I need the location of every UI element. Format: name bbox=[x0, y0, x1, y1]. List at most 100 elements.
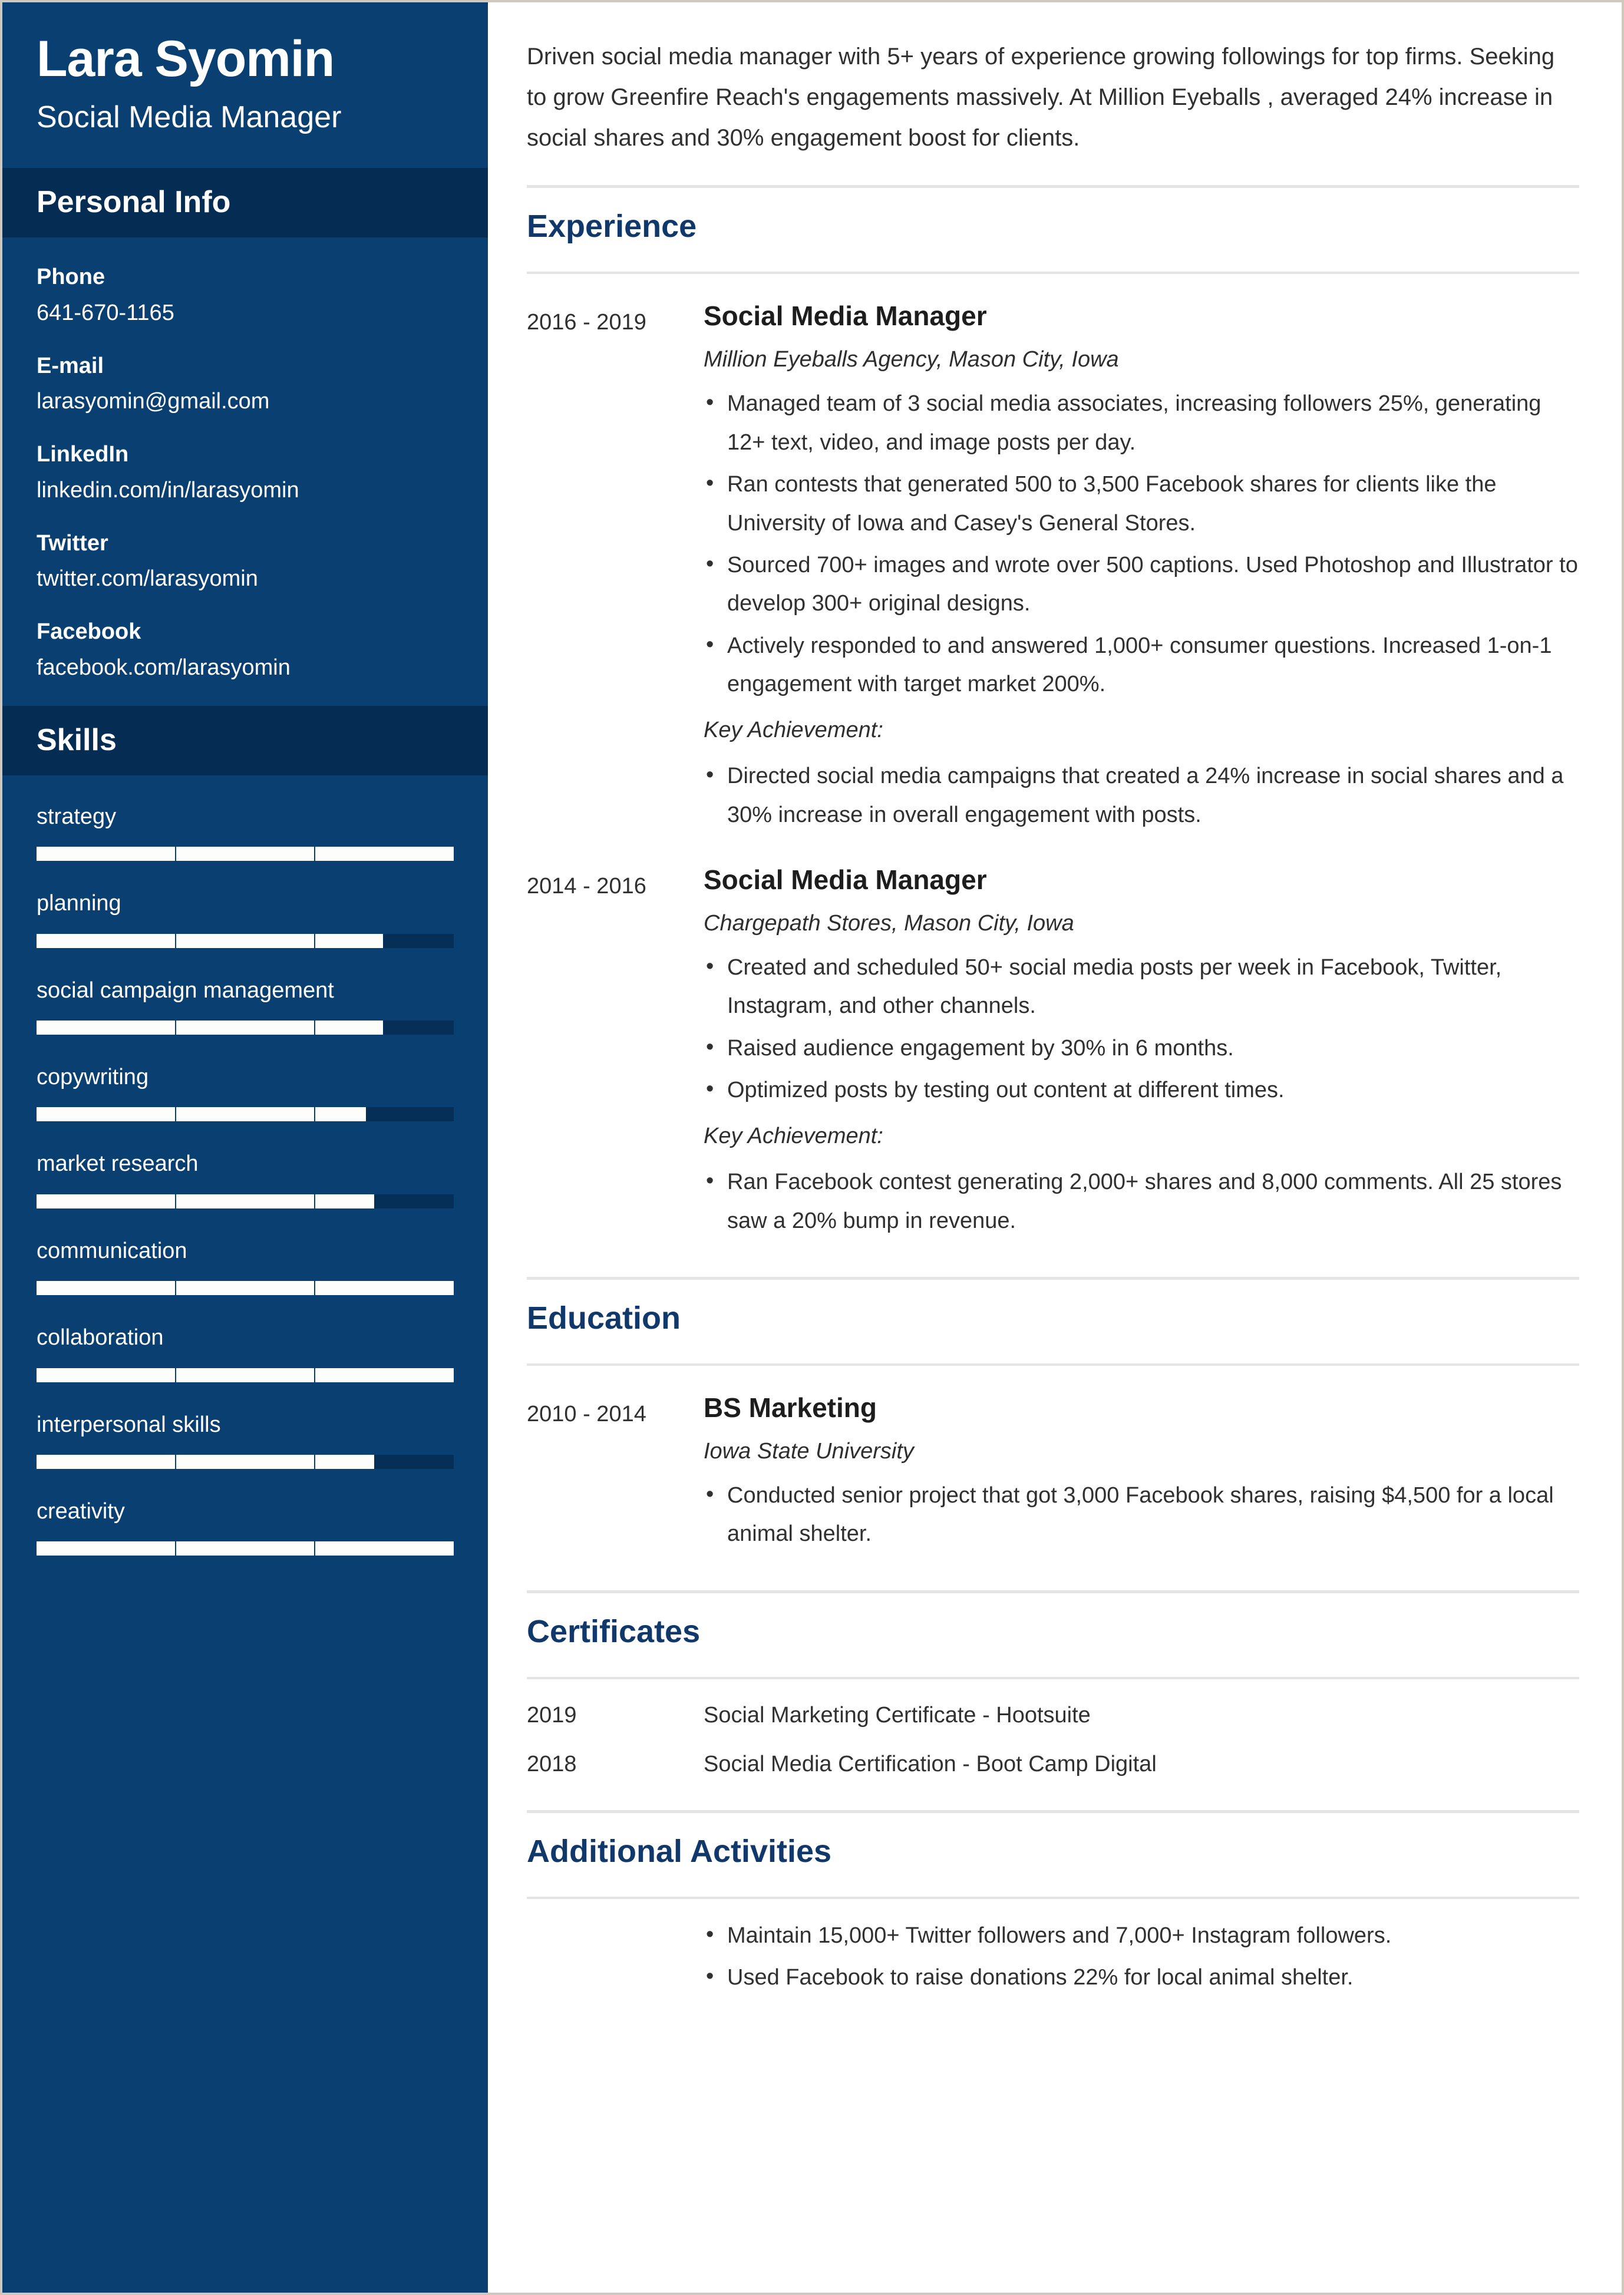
divider bbox=[527, 1277, 1579, 1280]
entry-bullets: Managed team of 3 social media associate… bbox=[704, 384, 1579, 704]
skill-item: market research bbox=[37, 1150, 454, 1208]
skill-level-fill bbox=[37, 847, 454, 861]
skill-label: planning bbox=[37, 891, 121, 916]
skill-level-fill bbox=[37, 1541, 454, 1556]
contact-item: Phone 641-670-1165 bbox=[37, 262, 454, 328]
activities-list: Maintain 15,000+ Twitter followers and 7… bbox=[527, 1916, 1579, 1997]
contact-label: Phone bbox=[37, 265, 105, 290]
skill-level-fill bbox=[37, 1368, 454, 1382]
section-title-education: Education bbox=[527, 1300, 681, 1336]
bullet-item: Optimized posts by testing out content a… bbox=[704, 1070, 1579, 1109]
certificate-year: 2019 bbox=[527, 1702, 577, 1728]
sidebar: Lara Syomin Social Media Manager Persona… bbox=[2, 2, 488, 2293]
skill-level-fill bbox=[37, 1107, 367, 1122]
contact-item: E-mail larasyomin@gmail.com bbox=[37, 351, 454, 417]
entry-body: Social Media Manager Million Eyeballs Age… bbox=[704, 299, 1579, 838]
key-achievement-bullets: Directed social media campaigns that cre… bbox=[704, 756, 1579, 834]
contact-item: Facebook facebook.com/larasyomin bbox=[37, 617, 454, 683]
skill-level-bar bbox=[37, 1281, 454, 1296]
bullet-item: Used Facebook to raise donations 22% for… bbox=[704, 1957, 1579, 1997]
bullet-item: Sourced 700+ images and wrote over 500 c… bbox=[704, 545, 1579, 623]
bullet-item: Ran contests that generated 500 to 3,500… bbox=[704, 464, 1579, 543]
contact-value[interactable]: twitter.com/larasyomin bbox=[37, 563, 454, 595]
entry-dates: 2014 - 2016 bbox=[527, 873, 646, 899]
certificate-name: Social Media Certification - Boot Camp D… bbox=[704, 1751, 1157, 1776]
divider bbox=[527, 272, 1579, 275]
skill-label: communication bbox=[37, 1238, 187, 1263]
candidate-name: Lara Syomin bbox=[37, 31, 335, 87]
skill-label: social campaign management bbox=[37, 978, 334, 1003]
contact-label: E-mail bbox=[37, 353, 104, 378]
contact-value[interactable]: linkedin.com/in/larasyomin bbox=[37, 475, 454, 506]
skill-label: strategy bbox=[37, 804, 117, 829]
skill-level-bar bbox=[37, 933, 454, 948]
sidebar-header: Lara Syomin Social Media Manager bbox=[2, 2, 488, 168]
section-title-experience: Experience bbox=[527, 209, 697, 245]
entry-body: BS Marketing Iowa State University Conduct… bbox=[704, 1391, 1579, 1557]
entry-bullets: Conducted senior project that got 3,000 … bbox=[704, 1475, 1579, 1554]
entry-title: BS Marketing bbox=[704, 1392, 877, 1424]
bullet-item: Maintain 15,000+ Twitter followers and 7… bbox=[704, 1916, 1579, 1955]
entry-dates: 2010 - 2014 bbox=[527, 1402, 646, 1427]
entry-title: Social Media Manager bbox=[704, 864, 987, 895]
entry-title: Social Media Manager bbox=[704, 301, 987, 332]
divider bbox=[527, 1896, 1579, 1899]
skill-level-fill bbox=[37, 1454, 375, 1469]
entry-subtitle: Iowa State University bbox=[704, 1438, 914, 1464]
key-achievement-label: Key Achievement: bbox=[704, 1124, 883, 1149]
skill-level-bar bbox=[37, 1541, 454, 1556]
skill-label: creativity bbox=[37, 1498, 125, 1524]
certificates-list: 2019 Social Marketing Certificate - Hoots… bbox=[527, 1703, 1579, 1801]
skill-item: copywriting bbox=[37, 1063, 454, 1122]
entry: 2016 - 2019 Social Media Manager Million E… bbox=[527, 299, 1579, 838]
skill-level-bar bbox=[37, 847, 454, 861]
skill-label: copywriting bbox=[37, 1065, 149, 1090]
bullet-item: Ran Facebook contest generating 2,000+ s… bbox=[704, 1162, 1579, 1240]
entry-subtitle: Million Eyeballs Agency, Mason City, Iow… bbox=[704, 347, 1119, 372]
skill-level-fill bbox=[37, 1194, 375, 1208]
skill-level-fill bbox=[37, 1281, 454, 1296]
contact-value[interactable]: larasyomin@gmail.com bbox=[37, 386, 454, 417]
bullet-item: Managed team of 3 social media associate… bbox=[704, 384, 1579, 462]
skill-item: planning bbox=[37, 889, 454, 948]
certificate-row: 2018 Social Media Certification - Boot Ca… bbox=[527, 1752, 1579, 1777]
contact-label: Facebook bbox=[37, 619, 141, 645]
contact-item: LinkedIn linkedin.com/in/larasyomin bbox=[37, 440, 454, 506]
summary-paragraph: Driven social media manager with 5+ year… bbox=[527, 44, 1555, 151]
contact-label: Twitter bbox=[37, 530, 108, 556]
skill-level-fill bbox=[37, 1021, 383, 1035]
bullet-item: Directed social media campaigns that cre… bbox=[704, 756, 1579, 834]
skill-level-bar bbox=[37, 1454, 454, 1469]
certificate-row: 2019 Social Marketing Certificate - Hoots… bbox=[527, 1703, 1579, 1728]
skill-item: collaboration bbox=[37, 1323, 454, 1382]
entry: 2010 - 2014 BS Marketing Iowa State Univer… bbox=[527, 1391, 1579, 1557]
certificate-name: Social Marketing Certificate - Hootsuite bbox=[704, 1702, 1091, 1728]
resume-page: Lara Syomin Social Media Manager Persona… bbox=[0, 0, 1624, 2295]
divider bbox=[527, 1809, 1579, 1813]
skill-label: collaboration bbox=[37, 1325, 164, 1350]
education-list: 2010 - 2014 BS Marketing Iowa State Univer… bbox=[527, 1391, 1579, 1557]
divider bbox=[527, 1590, 1579, 1593]
divider bbox=[527, 185, 1579, 189]
experience-list: 2016 - 2019 Social Media Manager Million E… bbox=[527, 299, 1579, 1244]
skill-level-bar bbox=[37, 1107, 454, 1122]
candidate-role: Social Media Manager bbox=[37, 100, 342, 135]
skill-level-fill bbox=[37, 933, 383, 948]
contact-list: Phone 641-670-1165 E-mail larasyomin@gmail.… bbox=[2, 237, 488, 683]
skill-label: market research bbox=[37, 1151, 199, 1177]
entry-body: Social Media Manager Chargepath Stores, M… bbox=[704, 863, 1579, 1244]
skills-heading: Skills bbox=[2, 705, 488, 775]
key-achievement-bullets: Ran Facebook contest generating 2,000+ s… bbox=[704, 1162, 1579, 1240]
entry-dates: 2016 - 2019 bbox=[527, 310, 646, 335]
skill-level-bar bbox=[37, 1021, 454, 1035]
contact-value[interactable]: facebook.com/larasyomin bbox=[37, 652, 454, 683]
personal-info-heading: Personal Info bbox=[2, 168, 488, 238]
contact-value[interactable]: 641-670-1165 bbox=[37, 298, 454, 329]
skill-item: communication bbox=[37, 1237, 454, 1296]
certificate-year: 2018 bbox=[527, 1751, 577, 1776]
divider bbox=[527, 1676, 1579, 1679]
skills-list: strategy planning social campaign manageme… bbox=[2, 775, 488, 1556]
bullet-item: Created and scheduled 50+ social media p… bbox=[704, 947, 1579, 1026]
bullet-item: Raised audience engagement by 30% in 6 m… bbox=[704, 1028, 1579, 1068]
skill-level-bar bbox=[37, 1194, 454, 1208]
